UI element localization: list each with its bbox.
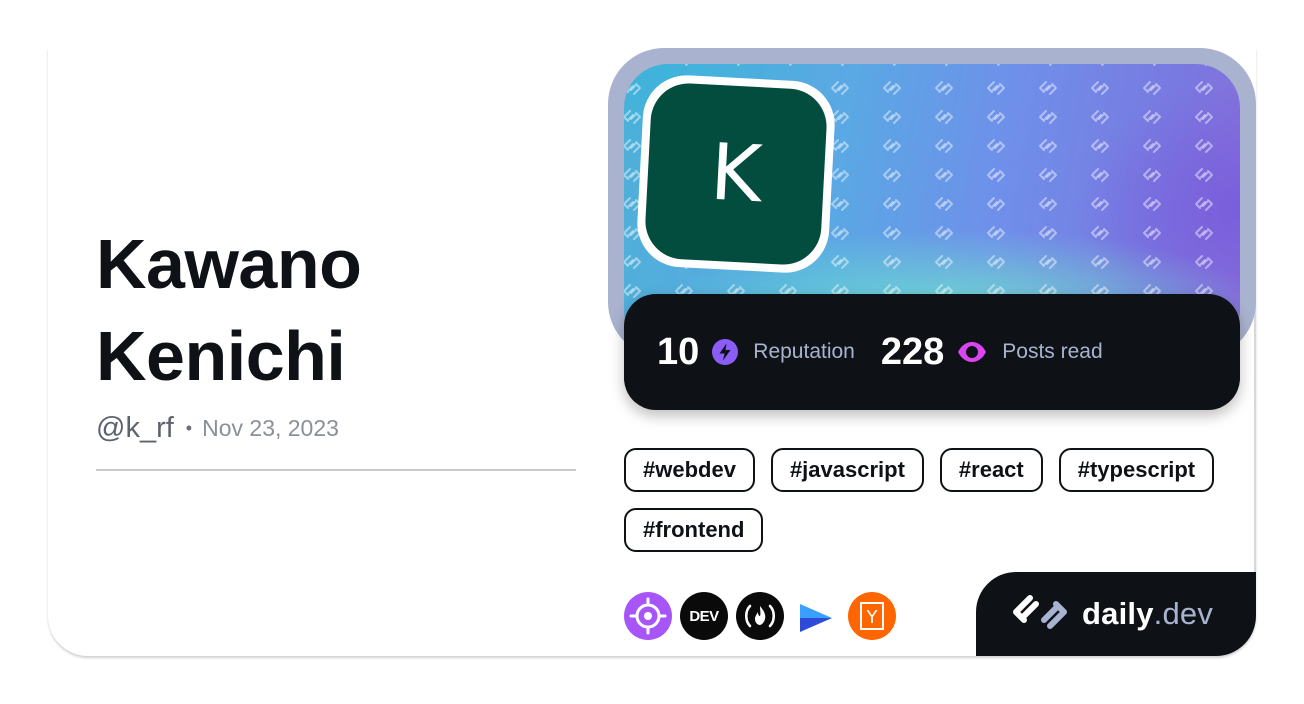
tag-chip: #react xyxy=(939,448,1043,492)
daily-dev-logo-icon xyxy=(1008,592,1072,637)
reputation-stat: 10 Reputation xyxy=(657,331,855,374)
svg-text:Y: Y xyxy=(866,607,879,628)
reputation-label: Reputation xyxy=(753,340,855,363)
brand-daily: daily xyxy=(1082,596,1154,631)
avatar: K xyxy=(643,81,829,267)
tag-chip: #javascript xyxy=(770,448,924,492)
profile-meta: @k_rf • Nov 23, 2023 xyxy=(96,412,339,445)
daily-dev-brand: daily.dev xyxy=(976,572,1256,656)
divider xyxy=(96,469,576,471)
avatar-frame: K xyxy=(635,73,837,275)
dev-to-icon: DEV xyxy=(680,592,728,640)
posts-read-value: 228 xyxy=(880,330,945,373)
separator-dot: • xyxy=(185,418,193,438)
card-edge xyxy=(1254,300,1256,610)
tag-chip: #frontend xyxy=(624,508,764,552)
joined-date: Nov 23, 2023 xyxy=(202,415,339,441)
username: @k_rf xyxy=(96,412,174,444)
tag-chip: #typescript xyxy=(1058,448,1215,492)
source-list: DEV Y xyxy=(624,592,896,640)
reputation-value: 10 xyxy=(657,330,700,373)
brand-name: daily.dev xyxy=(1082,596,1213,632)
tag-list: #webdev #javascript #react #typescript #… xyxy=(624,448,1244,552)
arrow-source-icon xyxy=(792,592,840,640)
tag-chip: #webdev xyxy=(624,448,755,492)
stats-bar: 10 Reputation 228 Posts read xyxy=(624,294,1240,410)
eye-icon xyxy=(956,338,988,366)
freecodecamp-icon xyxy=(736,592,784,640)
posts-read-label: Posts read xyxy=(1002,340,1103,363)
brand-suffix: .dev xyxy=(1153,596,1214,631)
lightning-icon xyxy=(711,338,739,366)
hacker-news-icon: Y xyxy=(848,592,896,640)
posts-read-stat: 228 Posts read xyxy=(881,331,1103,374)
first-name: Kawano xyxy=(96,225,362,303)
profile-name: Kawano Kenichi xyxy=(96,218,362,402)
last-name: Kenichi xyxy=(96,317,346,395)
target-source-icon xyxy=(624,592,672,640)
